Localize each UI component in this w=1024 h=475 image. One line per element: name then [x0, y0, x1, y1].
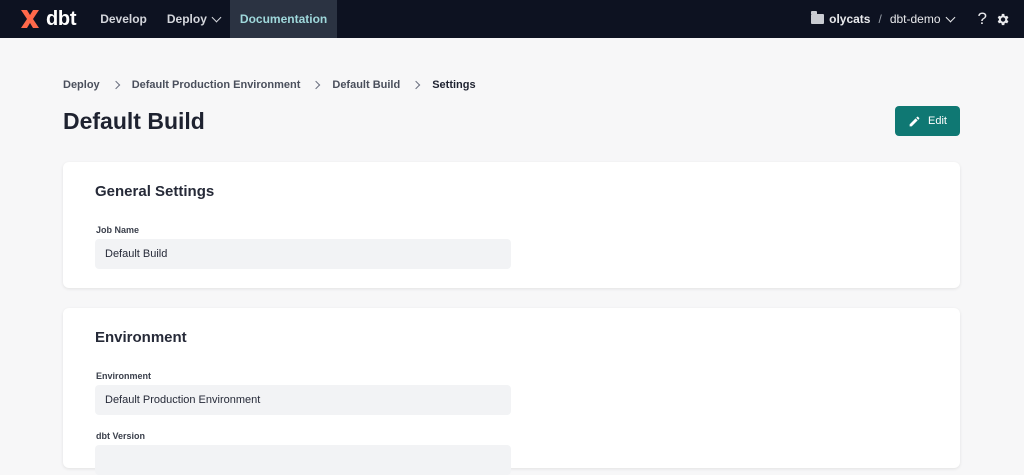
account-project-selector[interactable]: olycats / dbt-demo — [811, 0, 963, 38]
account-name: olycats — [829, 12, 871, 26]
nav-deploy-label: Deploy — [166, 12, 207, 26]
page-title: Default Build — [63, 108, 205, 134]
logo-text: dbt — [46, 7, 77, 30]
environment-heading: Environment — [95, 329, 187, 346]
breadcrumb: Deploy Default Production Environment De… — [63, 79, 476, 91]
project-name: dbt-demo — [889, 12, 941, 26]
job-name-value: Default Build — [95, 239, 511, 269]
breadcrumb-environment[interactable]: Default Production Environment — [132, 79, 301, 91]
nav-documentation-label: Documentation — [239, 12, 328, 26]
dbt-logo[interactable]: dbt — [0, 0, 90, 38]
breadcrumb-job[interactable]: Default Build — [332, 79, 400, 91]
dbt-logo-icon — [21, 10, 39, 28]
gear-icon[interactable] — [995, 0, 1010, 38]
dbt-version-label: dbt Version — [96, 431, 146, 441]
chevron-down-icon — [945, 12, 955, 22]
general-settings-heading: General Settings — [95, 183, 215, 200]
breadcrumb-settings: Settings — [432, 79, 476, 91]
general-settings-card: General Settings Job Name Default Build — [63, 162, 960, 288]
dbt-version-value — [95, 445, 511, 475]
job-name-label: Job Name — [96, 225, 140, 235]
folder-icon — [811, 11, 825, 24]
top-navbar: dbt Develop Deploy Documentation olycats… — [0, 0, 1024, 38]
help-icon[interactable]: ? — [978, 0, 987, 38]
pencil-icon — [909, 116, 920, 126]
nav-deploy[interactable]: Deploy — [157, 0, 230, 38]
edit-button-label: Edit — [928, 115, 947, 127]
nav-develop[interactable]: Develop — [90, 0, 157, 38]
environment-label: Environment — [96, 371, 152, 381]
chevron-right-icon — [312, 80, 321, 90]
environment-value: Default Production Environment — [95, 385, 511, 415]
chevron-right-icon — [411, 80, 421, 90]
nav-documentation[interactable]: Documentation — [229, 0, 338, 38]
breadcrumb-deploy[interactable]: Deploy — [63, 79, 100, 91]
nav-develop-label: Develop — [100, 12, 147, 26]
environment-card: Environment Environment Default Producti… — [63, 308, 960, 475]
account-separator: / — [878, 12, 882, 26]
chevron-right-icon — [111, 80, 120, 90]
chevron-down-icon — [211, 12, 222, 22]
edit-button[interactable]: Edit — [895, 106, 960, 136]
